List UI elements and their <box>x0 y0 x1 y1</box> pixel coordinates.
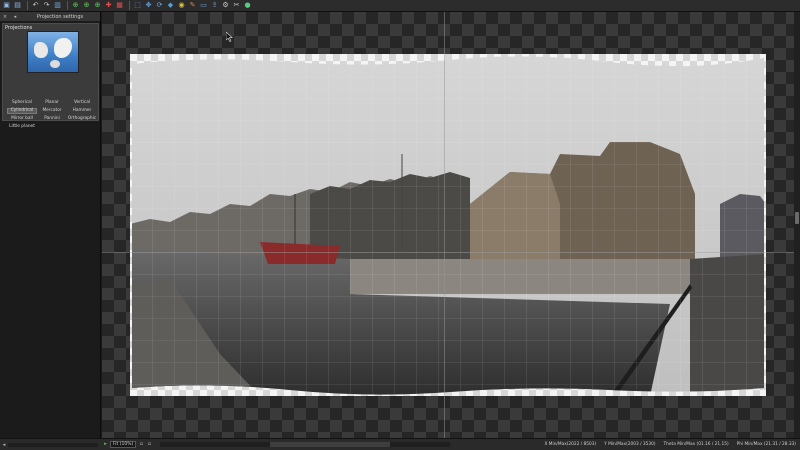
projection-spherical[interactable]: Spherical <box>7 100 37 106</box>
view-icon[interactable]: ▭ <box>199 1 208 10</box>
zoom-out-icon[interactable]: ▫ <box>138 441 145 448</box>
projection-settings-panel: × ◂ Projection settings Projections Sphe… <box>0 12 101 438</box>
phi-range-readout: Phi Min/Max (21.31 / 28.33) <box>736 442 796 447</box>
redo-icon[interactable]: ↷ <box>42 1 51 10</box>
left-arrow-icon[interactable]: ◂ <box>0 442 8 448</box>
panorama-viewport[interactable] <box>102 12 794 438</box>
horizontal-scrollbar-thumb[interactable] <box>270 442 390 447</box>
undo-icon[interactable]: ↶ <box>31 1 40 10</box>
mask-icon[interactable]: ◉ <box>177 1 186 10</box>
app-window: ▣ ▤ ↶ ↷ ▥ ⊕ ⊕ ⊕ ✚ ▦ ⬚ ✥ ⟳ ◆ ◉ ✎ ▭ ⇪ ⚙ ✂ … <box>0 0 800 450</box>
x-range-readout: X Min/Max(2022 / 8503) <box>544 442 597 447</box>
brush-icon[interactable]: ✎ <box>188 1 197 10</box>
zoom-select[interactable]: Fit (10%) <box>110 441 136 448</box>
export-icon[interactable]: ⇪ <box>210 1 219 10</box>
info-icon[interactable]: ● <box>243 1 252 10</box>
settings-icon[interactable]: ⚙ <box>221 1 230 10</box>
preview-icon[interactable]: ▥ <box>53 1 62 10</box>
projections-group: Projections Spherical Planar Vertical Cy… <box>2 23 99 129</box>
move-icon[interactable]: ✥ <box>144 1 153 10</box>
projection-mercator[interactable]: Mercator <box>37 108 67 114</box>
select-icon[interactable]: ⬚ <box>133 1 142 10</box>
projection-preview-map <box>27 31 79 73</box>
projection-pannini[interactable]: Pannini <box>37 116 67 122</box>
rotate-icon[interactable]: ⟳ <box>155 1 164 10</box>
coordinate-readout: X Min/Max(2022 / 8503) Y Min/Max(2003 / … <box>450 442 800 447</box>
zoom-fit-icon[interactable]: ▫ <box>146 441 153 448</box>
center-icon[interactable]: ⊕ <box>82 1 91 10</box>
theta-range-readout: Theta Min/Max (01.16 / 21.15) <box>663 442 729 447</box>
color-icon[interactable]: ◆ <box>166 1 175 10</box>
fit-icon[interactable]: ✚ <box>104 1 113 10</box>
close-icon[interactable]: × <box>0 14 10 20</box>
panel-header: × ◂ Projection settings <box>0 12 100 21</box>
vertical-scrollbar[interactable] <box>794 12 800 438</box>
projection-orthographic[interactable]: Orthographic <box>67 116 97 122</box>
zoom-in-icon[interactable]: ▸ <box>102 441 109 448</box>
panorama-image[interactable] <box>130 54 766 396</box>
tools-icon[interactable]: ✂ <box>232 1 241 10</box>
projection-hammer[interactable]: Hammer <box>67 108 97 114</box>
panel-title: Projection settings <box>36 13 84 20</box>
projection-mirror-ball[interactable]: Mirror ball <box>7 116 37 122</box>
projection-little-planet[interactable]: Little planet <box>7 124 37 130</box>
projection-options: Spherical Planar Vertical Cylindrical Me… <box>7 100 97 130</box>
projection-planar[interactable]: Planar <box>37 100 67 106</box>
vertical-scrollbar-thumb[interactable] <box>795 212 799 224</box>
projection-vertical[interactable]: Vertical <box>67 100 97 106</box>
open-icon[interactable]: ▣ <box>2 1 11 10</box>
float-icon[interactable]: ◂ <box>10 14 20 20</box>
left-scroll-track[interactable] <box>8 442 98 447</box>
straighten-icon[interactable]: ⊕ <box>93 1 102 10</box>
main-toolbar: ▣ ▤ ↶ ↷ ▥ ⊕ ⊕ ⊕ ✚ ▦ ⬚ ✥ ⟳ ◆ ◉ ✎ ▭ ⇪ ⚙ ✂ … <box>0 0 800 12</box>
projection-cylindrical[interactable]: Cylindrical <box>7 108 37 114</box>
crop-icon[interactable]: ⊕ <box>71 1 80 10</box>
grid-icon[interactable]: ▦ <box>115 1 124 10</box>
horizontal-scrollbar[interactable] <box>160 442 450 447</box>
mouse-cursor-icon <box>226 32 233 42</box>
save-icon[interactable]: ▤ <box>13 1 22 10</box>
vertical-guide-line[interactable] <box>444 12 445 438</box>
status-bar: ◂ ▸ Fit (10%) ▫ ▫ X Min/Max(2022 / 8503)… <box>0 438 800 450</box>
y-range-readout: Y Min/Max(2003 / 3530) <box>604 442 656 447</box>
horizontal-guide-line[interactable] <box>102 252 794 253</box>
